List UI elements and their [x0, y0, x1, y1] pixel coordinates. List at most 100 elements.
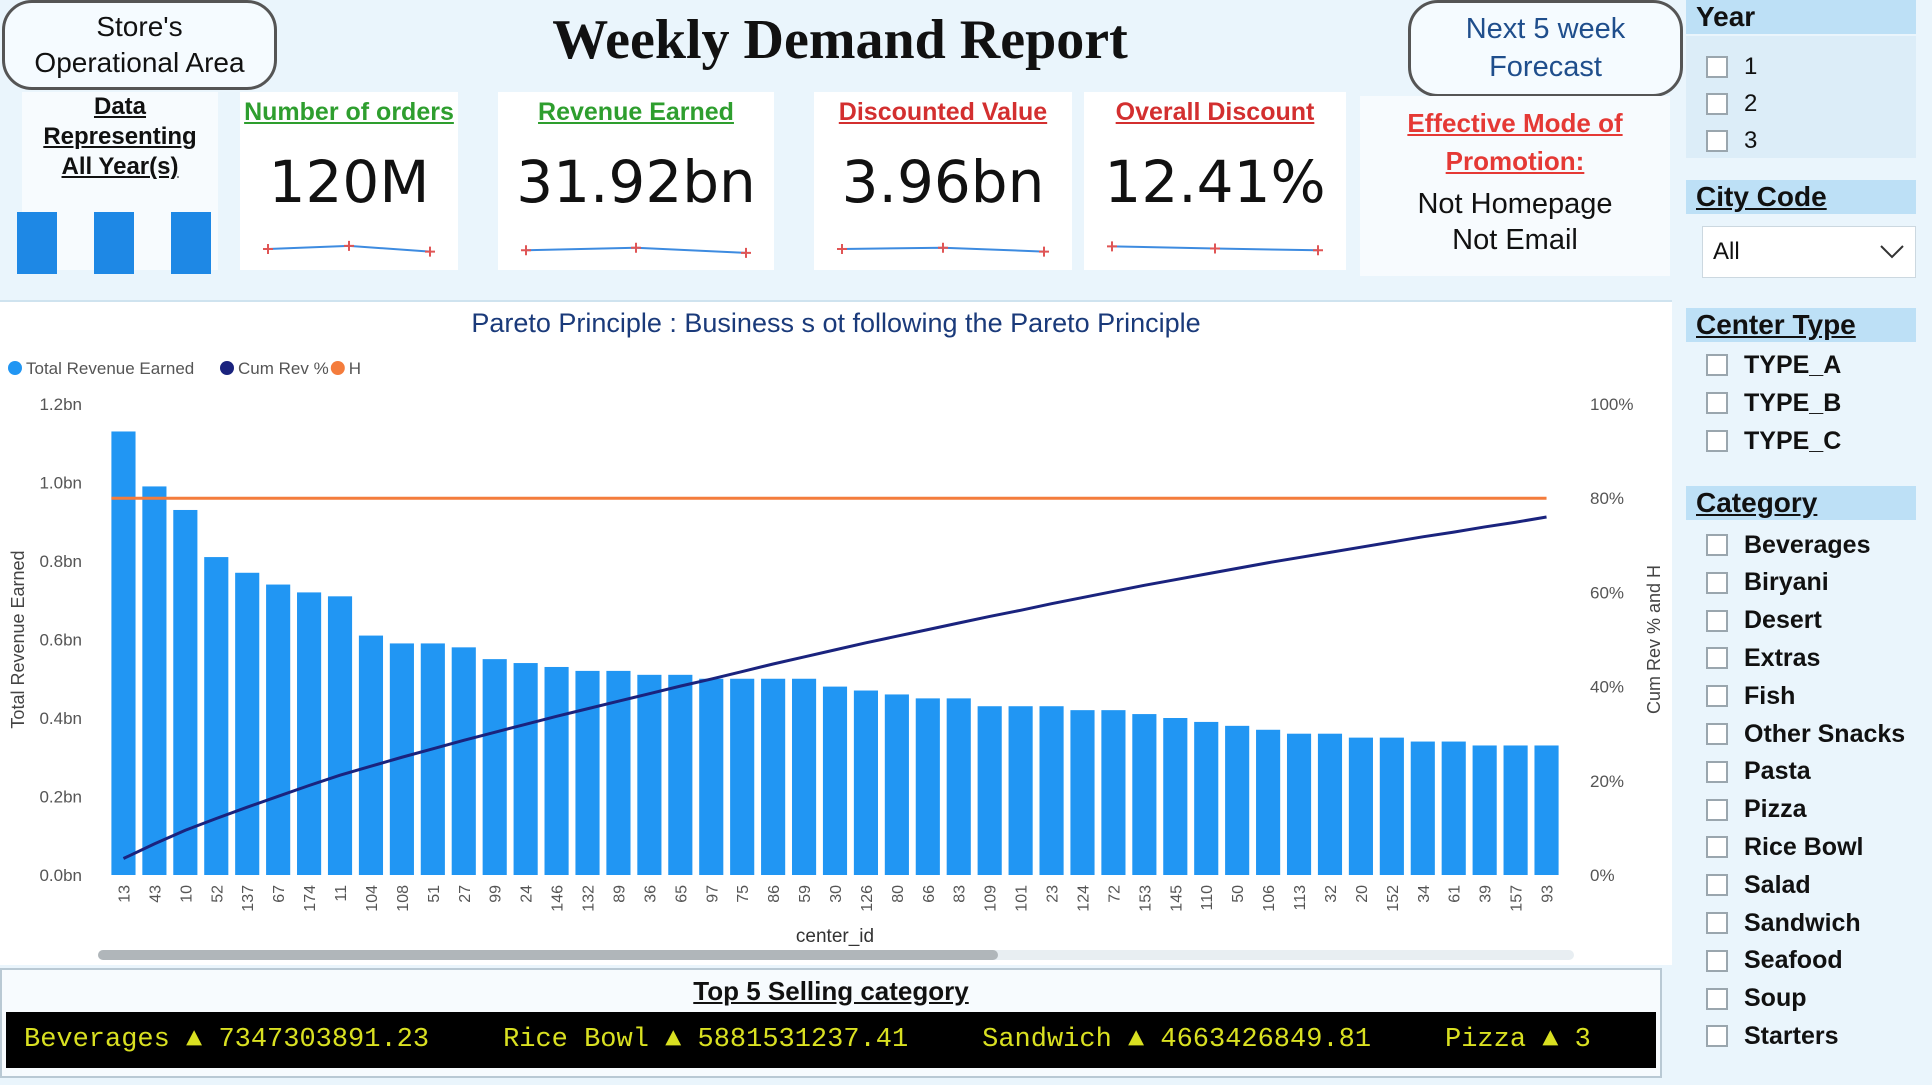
legend-label: Total Revenue Earned — [26, 359, 194, 378]
slicer-option-label: Salad — [1744, 870, 1811, 899]
slicer-option[interactable]: TYPE_C — [1706, 426, 1841, 456]
city-code-dropdown[interactable]: All — [1702, 226, 1916, 278]
sparkline-marker — [1107, 241, 1117, 252]
slicer-option[interactable]: TYPE_A — [1706, 350, 1841, 380]
slicer-option[interactable]: Seafood — [1706, 946, 1843, 976]
x-tick-label: 50 — [1230, 885, 1247, 903]
slicer-option-label: Fish — [1744, 681, 1796, 710]
ticker-item: Beverages ▲ 7347303891.23 — [24, 1012, 429, 1068]
checkbox[interactable] — [1706, 56, 1728, 78]
y-tick-label: 1.2bn — [39, 395, 82, 414]
bar — [1194, 721, 1219, 875]
slicer-option[interactable]: Rice Bowl — [1706, 832, 1863, 862]
ticker-arrow: ▲ — [665, 1025, 682, 1055]
checkbox[interactable] — [1706, 685, 1728, 708]
pareto-chart[interactable]: Pareto Principle : Business s ot followi… — [0, 302, 1672, 967]
legend-marker — [8, 361, 22, 375]
bar — [1039, 706, 1064, 875]
checkbox[interactable] — [1706, 571, 1728, 594]
slicer-option[interactable]: Other Snacks — [1706, 719, 1905, 749]
bar — [791, 678, 817, 875]
slicer-option[interactable]: TYPE_B — [1706, 388, 1841, 418]
ticker-name: Pizza — [1445, 1025, 1527, 1055]
x-tick-label: 34 — [1416, 885, 1433, 903]
slicer-option[interactable]: Desert — [1706, 606, 1822, 636]
checkbox[interactable] — [1706, 647, 1728, 670]
checkbox[interactable] — [1706, 130, 1728, 152]
slicer-option[interactable]: 1 — [1706, 52, 1757, 82]
x-tick-label: 75 — [735, 885, 752, 903]
bar — [297, 592, 322, 875]
checkbox[interactable] — [1706, 354, 1728, 376]
pareto-chart-panel: Pareto Principle : Business s ot followi… — [0, 300, 1672, 965]
y2-axis-label: Cum Rev % and H — [1644, 565, 1664, 714]
bar — [1503, 745, 1528, 875]
slicer-option[interactable]: 3 — [1706, 126, 1757, 156]
slicer-option[interactable]: Sandwich — [1706, 908, 1861, 938]
slicer-option[interactable]: Biryani — [1706, 568, 1829, 598]
checkbox[interactable] — [1706, 609, 1728, 632]
x-tick-label: 113 — [1292, 885, 1309, 911]
slicer-option-label: 2 — [1744, 90, 1758, 117]
slicer-option[interactable]: Soup — [1706, 984, 1807, 1014]
checkbox[interactable] — [1706, 760, 1728, 783]
sparkline-marker — [263, 244, 273, 254]
slicer-option[interactable]: 2 — [1706, 89, 1757, 119]
ticker-arrow: ▲ — [1127, 1025, 1145, 1055]
slicer-option[interactable]: Pizza — [1706, 795, 1807, 825]
promotion-value: Not Homepage Not Email — [1417, 188, 1613, 256]
slicer-option[interactable]: Extras — [1706, 643, 1820, 673]
x-tick-label: 152 — [1385, 885, 1402, 912]
ticker-value: 3 — [1574, 1025, 1591, 1055]
checkbox[interactable] — [1706, 949, 1728, 972]
checkbox[interactable] — [1706, 987, 1728, 1010]
ticker-arrow: ▲ — [186, 1025, 203, 1055]
bar — [1410, 741, 1435, 875]
sparkline-marker — [344, 240, 354, 251]
x-tick-label: 24 — [519, 885, 536, 903]
sparkline-marker — [631, 242, 641, 253]
checkbox[interactable] — [1706, 93, 1728, 115]
checkbox[interactable] — [1706, 723, 1728, 745]
next-5-week-forecast-button[interactable]: Next 5 week Forecast — [1408, 0, 1683, 97]
x-tick-label: 93 — [1540, 885, 1557, 903]
kpi-value: 12.41% — [1104, 148, 1326, 216]
bar — [1441, 741, 1466, 875]
y-tick-label: 0.4bn — [39, 709, 82, 728]
bar — [420, 643, 445, 875]
kpi-value: 120M — [268, 148, 430, 216]
x-tick-label: 109 — [983, 885, 1000, 912]
checkbox[interactable] — [1706, 1025, 1728, 1048]
x-tick-label: 65 — [673, 885, 690, 903]
stores-operational-area-button[interactable]: Store's Operational Area — [2, 0, 277, 90]
bar — [1163, 718, 1188, 875]
bar — [204, 557, 229, 875]
slicer-option[interactable]: Starters — [1706, 1021, 1839, 1051]
bar — [761, 678, 786, 875]
x-tick-label: 30 — [828, 885, 845, 903]
checkbox[interactable] — [1706, 392, 1728, 414]
checkbox[interactable] — [1706, 836, 1728, 859]
checkbox[interactable] — [1706, 874, 1728, 897]
x-tick-label: 101 — [1014, 885, 1031, 912]
bar — [699, 678, 724, 875]
checkbox[interactable] — [1706, 534, 1728, 556]
slicer-option[interactable]: Fish — [1706, 681, 1795, 711]
slicer-option[interactable]: Salad — [1706, 870, 1811, 900]
bar — [1008, 706, 1033, 875]
x-tick-label: 72 — [1106, 885, 1123, 903]
checkbox[interactable] — [1706, 430, 1728, 452]
bar — [1286, 733, 1312, 875]
scrollbar-thumb[interactable] — [98, 950, 998, 960]
slicer-option[interactable]: Pasta — [1706, 757, 1811, 787]
checkbox[interactable] — [1706, 798, 1728, 821]
bar — [1534, 745, 1559, 875]
checkbox[interactable] — [1706, 912, 1728, 934]
kpi-sparkline — [837, 242, 1049, 257]
x-tick-label: 13 — [116, 885, 133, 903]
top5-ticker: Beverages ▲ 7347303891.23 Rice Bowl ▲ 588… — [6, 1012, 1656, 1068]
slicer-option-label: Soup — [1744, 984, 1807, 1013]
bar — [668, 674, 693, 875]
slicer-option[interactable]: Beverages — [1706, 530, 1870, 560]
x-axis-label: center_id — [796, 926, 874, 947]
